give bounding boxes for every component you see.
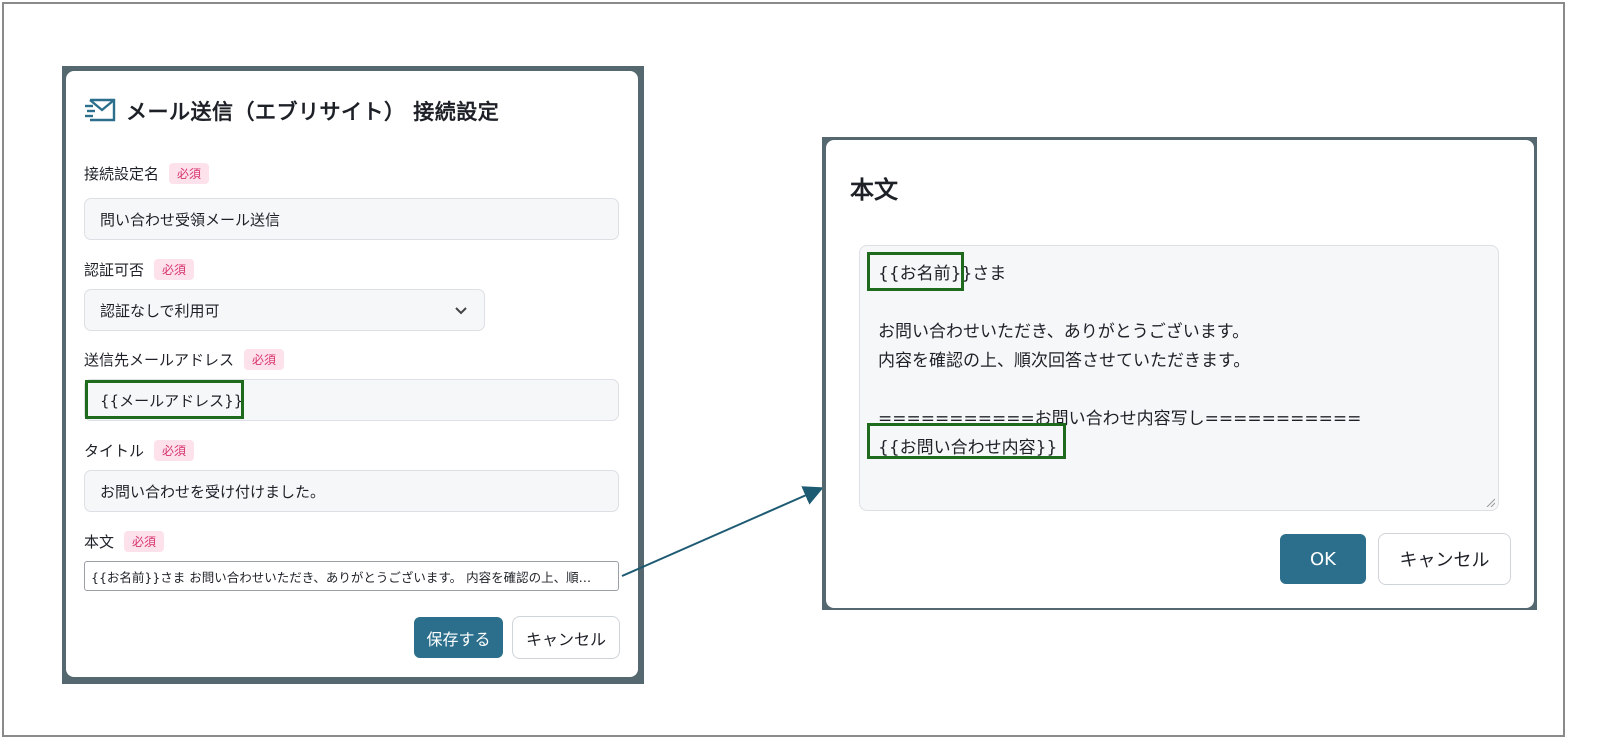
body-preview-value: {{お名前}}さま お問い合わせいただき、ありがとうございます。 内容を確認の上… [91, 569, 592, 585]
body-line-2 [878, 289, 1480, 318]
auth-select[interactable]: 認証なしで利用可 [84, 289, 485, 331]
body-dialog-title: 本文 [850, 176, 898, 204]
connection-name-label-row: 接続設定名 必須 [84, 163, 210, 184]
required-badge: 必須 [169, 163, 210, 184]
cancel-button[interactable]: キャンセル [512, 616, 620, 659]
auth-label: 認証可否 [84, 261, 145, 279]
body-line-3: お問い合わせいただき、ありがとうございます。 [878, 322, 1250, 342]
required-badge: 必須 [154, 440, 195, 461]
required-badge: 必須 [154, 259, 195, 280]
recipient-label-row: 送信先メールアドレス 必須 [84, 349, 285, 370]
auth-select-value: 認証なしで利用可 [100, 301, 220, 320]
body-line-1: {{お名前}}さま [878, 260, 1480, 289]
chevron-down-icon [455, 307, 467, 315]
variable-highlight [85, 380, 244, 419]
body-line-5 [878, 376, 1480, 405]
connection-name-input[interactable]: 問い合わせ受領メール送信 [84, 198, 619, 240]
body-preview-field[interactable]: {{お名前}}さま お問い合わせいただき、ありがとうございます。 内容を確認の上… [84, 561, 619, 591]
save-button[interactable]: 保存する [414, 617, 503, 658]
inquiry-variable-highlight [867, 423, 1066, 459]
name-suffix: さま [972, 264, 1007, 284]
mail-icon [85, 98, 116, 122]
dialog-header: メール送信（エブリサイト） 接続設定 [84, 96, 499, 126]
title-value: お問い合わせを受け付けました。 [100, 482, 326, 501]
recipient-label: 送信先メールアドレス [84, 351, 235, 369]
title-input[interactable]: お問い合わせを受け付けました。 [84, 470, 619, 512]
required-badge: 必須 [124, 531, 165, 552]
required-badge: 必須 [244, 349, 285, 370]
connection-settings-dialog: メール送信（エブリサイト） 接続設定 接続設定名 必須 問い合わせ受領メール送信… [66, 71, 638, 677]
title-label: タイトル [84, 442, 145, 460]
connection-name-label: 接続設定名 [84, 165, 160, 183]
body-label-row: 本文 必須 [84, 531, 165, 552]
auth-label-row: 認証可否 必須 [84, 259, 195, 280]
title-label-row: タイトル 必須 [84, 440, 195, 461]
resize-grip-icon[interactable] [1485, 497, 1495, 507]
body-line-4: 内容を確認の上、順次回答させていただきます。 [878, 351, 1251, 371]
ok-button[interactable]: OK [1280, 534, 1366, 584]
body-editor-dialog: 本文 {{お名前}}さま お問い合わせいただき、ありがとうございます。 内容を確… [826, 140, 1534, 608]
cancel-button[interactable]: キャンセル [1378, 533, 1511, 585]
dialog-title: メール送信（エブリサイト） 接続設定 [126, 100, 500, 124]
connection-name-value: 問い合わせ受領メール送信 [100, 210, 281, 229]
body-label: 本文 [84, 533, 115, 551]
name-variable-highlight [867, 252, 964, 291]
